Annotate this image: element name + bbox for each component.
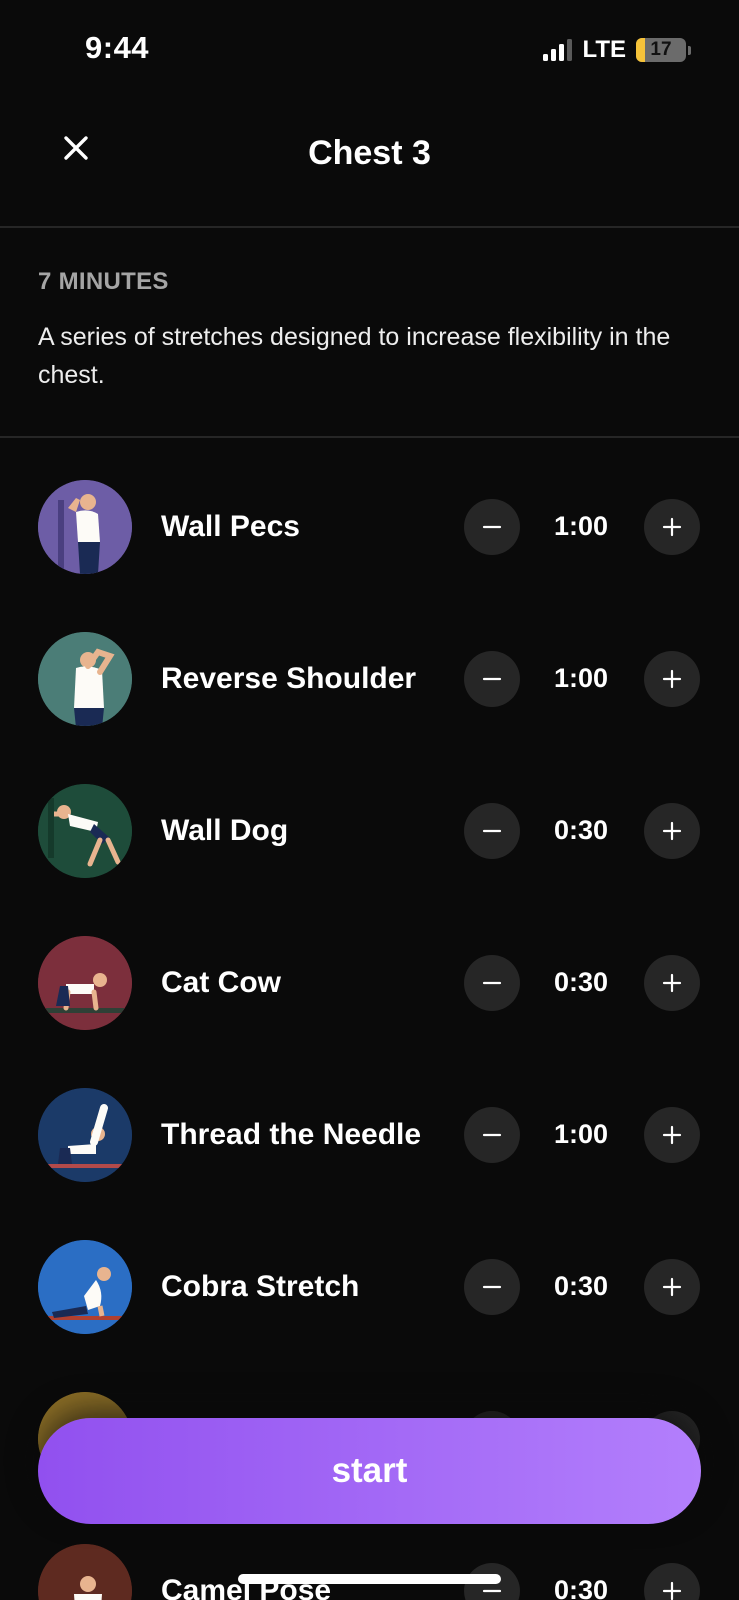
exercise-duration: 0:30 [553,1271,609,1301]
workout-screen: 9:44 LTE 17 Chest 3 7 MINUTES A series o… [0,0,739,1600]
header-divider [0,226,739,228]
exercise-row[interactable]: Thread the Needle 1:00 [0,1080,739,1190]
exercise-row[interactable]: Reverse Shoulder 1:00 [0,624,739,734]
minus-icon [482,677,502,681]
header: Chest 3 [0,110,739,220]
exercise-thumbnail [38,936,132,1030]
exercise-illustration-icon [38,784,132,878]
exercise-illustration-icon [38,480,132,574]
exercise-thumbnail [38,480,132,574]
increase-time-button[interactable] [644,803,700,859]
plus-icon [662,973,682,993]
exercise-thumbnail [38,1088,132,1182]
exercise-thumbnail [38,1544,132,1600]
workout-duration: 7 MINUTES [38,268,169,295]
minus-icon [482,981,502,985]
increase-time-button[interactable] [644,955,700,1011]
plus-icon [662,1581,682,1600]
increase-time-button[interactable] [644,1563,700,1600]
plus-icon [662,669,682,689]
workout-description: A series of stretches designed to increa… [38,323,671,389]
plus-icon [662,517,682,537]
exercise-duration: 1:00 [553,1119,609,1149]
exercise-illustration-icon [38,632,132,726]
status-indicators: LTE 17 [543,36,691,64]
decrease-time-button[interactable] [464,955,520,1011]
exercise-illustration-icon [38,1544,132,1600]
battery-percent: 17 [650,39,672,60]
exercise-name: Cat Cow [161,966,281,999]
exercise-duration: 1:00 [553,663,609,693]
home-indicator[interactable] [238,1574,501,1584]
battery-tip [688,45,691,55]
decrease-time-button[interactable] [464,803,520,859]
exercise-name: Reverse Shoulder [161,662,417,695]
decrease-time-button[interactable] [464,499,520,555]
exercise-illustration-icon [38,1240,132,1334]
exercise-duration: 0:30 [553,967,609,997]
exercise-row[interactable]: Wall Dog 0:30 [0,776,739,886]
battery-icon: 17 [636,38,686,62]
exercise-name: Wall Pecs [161,510,300,543]
plus-icon [662,821,682,841]
increase-time-button[interactable] [644,1259,700,1315]
exercise-name: Cobra Stretch [161,1270,360,1303]
minus-icon [482,525,502,529]
decrease-time-button[interactable] [464,651,520,707]
intro-divider [0,436,739,438]
status-time: 9:44 [85,30,150,65]
plus-icon [662,1277,682,1297]
network-label: LTE [582,36,626,63]
signal-icon [543,39,573,61]
exercise-row[interactable]: Camel Pose 0:30 [0,1536,739,1600]
exercise-name: Thread the Needle [161,1118,422,1151]
increase-time-button[interactable] [644,651,700,707]
status-bar: 9:44 LTE 17 [0,0,739,100]
start-button[interactable]: start [38,1418,701,1524]
exercise-row[interactable]: Cat Cow 0:30 [0,928,739,1038]
exercise-duration: 0:30 [553,1575,609,1600]
decrease-time-button[interactable] [464,1259,520,1315]
exercise-name: Wall Dog [161,814,289,847]
increase-time-button[interactable] [644,499,700,555]
exercise-duration: 0:30 [553,815,609,845]
exercise-row[interactable]: Wall Pecs 1:00 [0,472,739,582]
minus-icon [482,1285,502,1289]
decrease-time-button[interactable] [464,1107,520,1163]
increase-time-button[interactable] [644,1107,700,1163]
plus-icon [662,1125,682,1145]
exercise-thumbnail [38,632,132,726]
exercise-row[interactable]: Cobra Stretch 0:30 [0,1232,739,1342]
exercise-illustration-icon [38,1088,132,1182]
workout-intro: 7 MINUTES A series of stretches designed… [38,268,701,394]
page-title: Chest 3 [308,134,431,172]
minus-icon [482,1133,502,1137]
exercise-illustration-icon [38,936,132,1030]
exercise-duration: 1:00 [553,511,609,541]
exercise-thumbnail [38,784,132,878]
exercise-thumbnail [38,1240,132,1334]
battery-level [636,38,645,62]
minus-icon [482,829,502,833]
